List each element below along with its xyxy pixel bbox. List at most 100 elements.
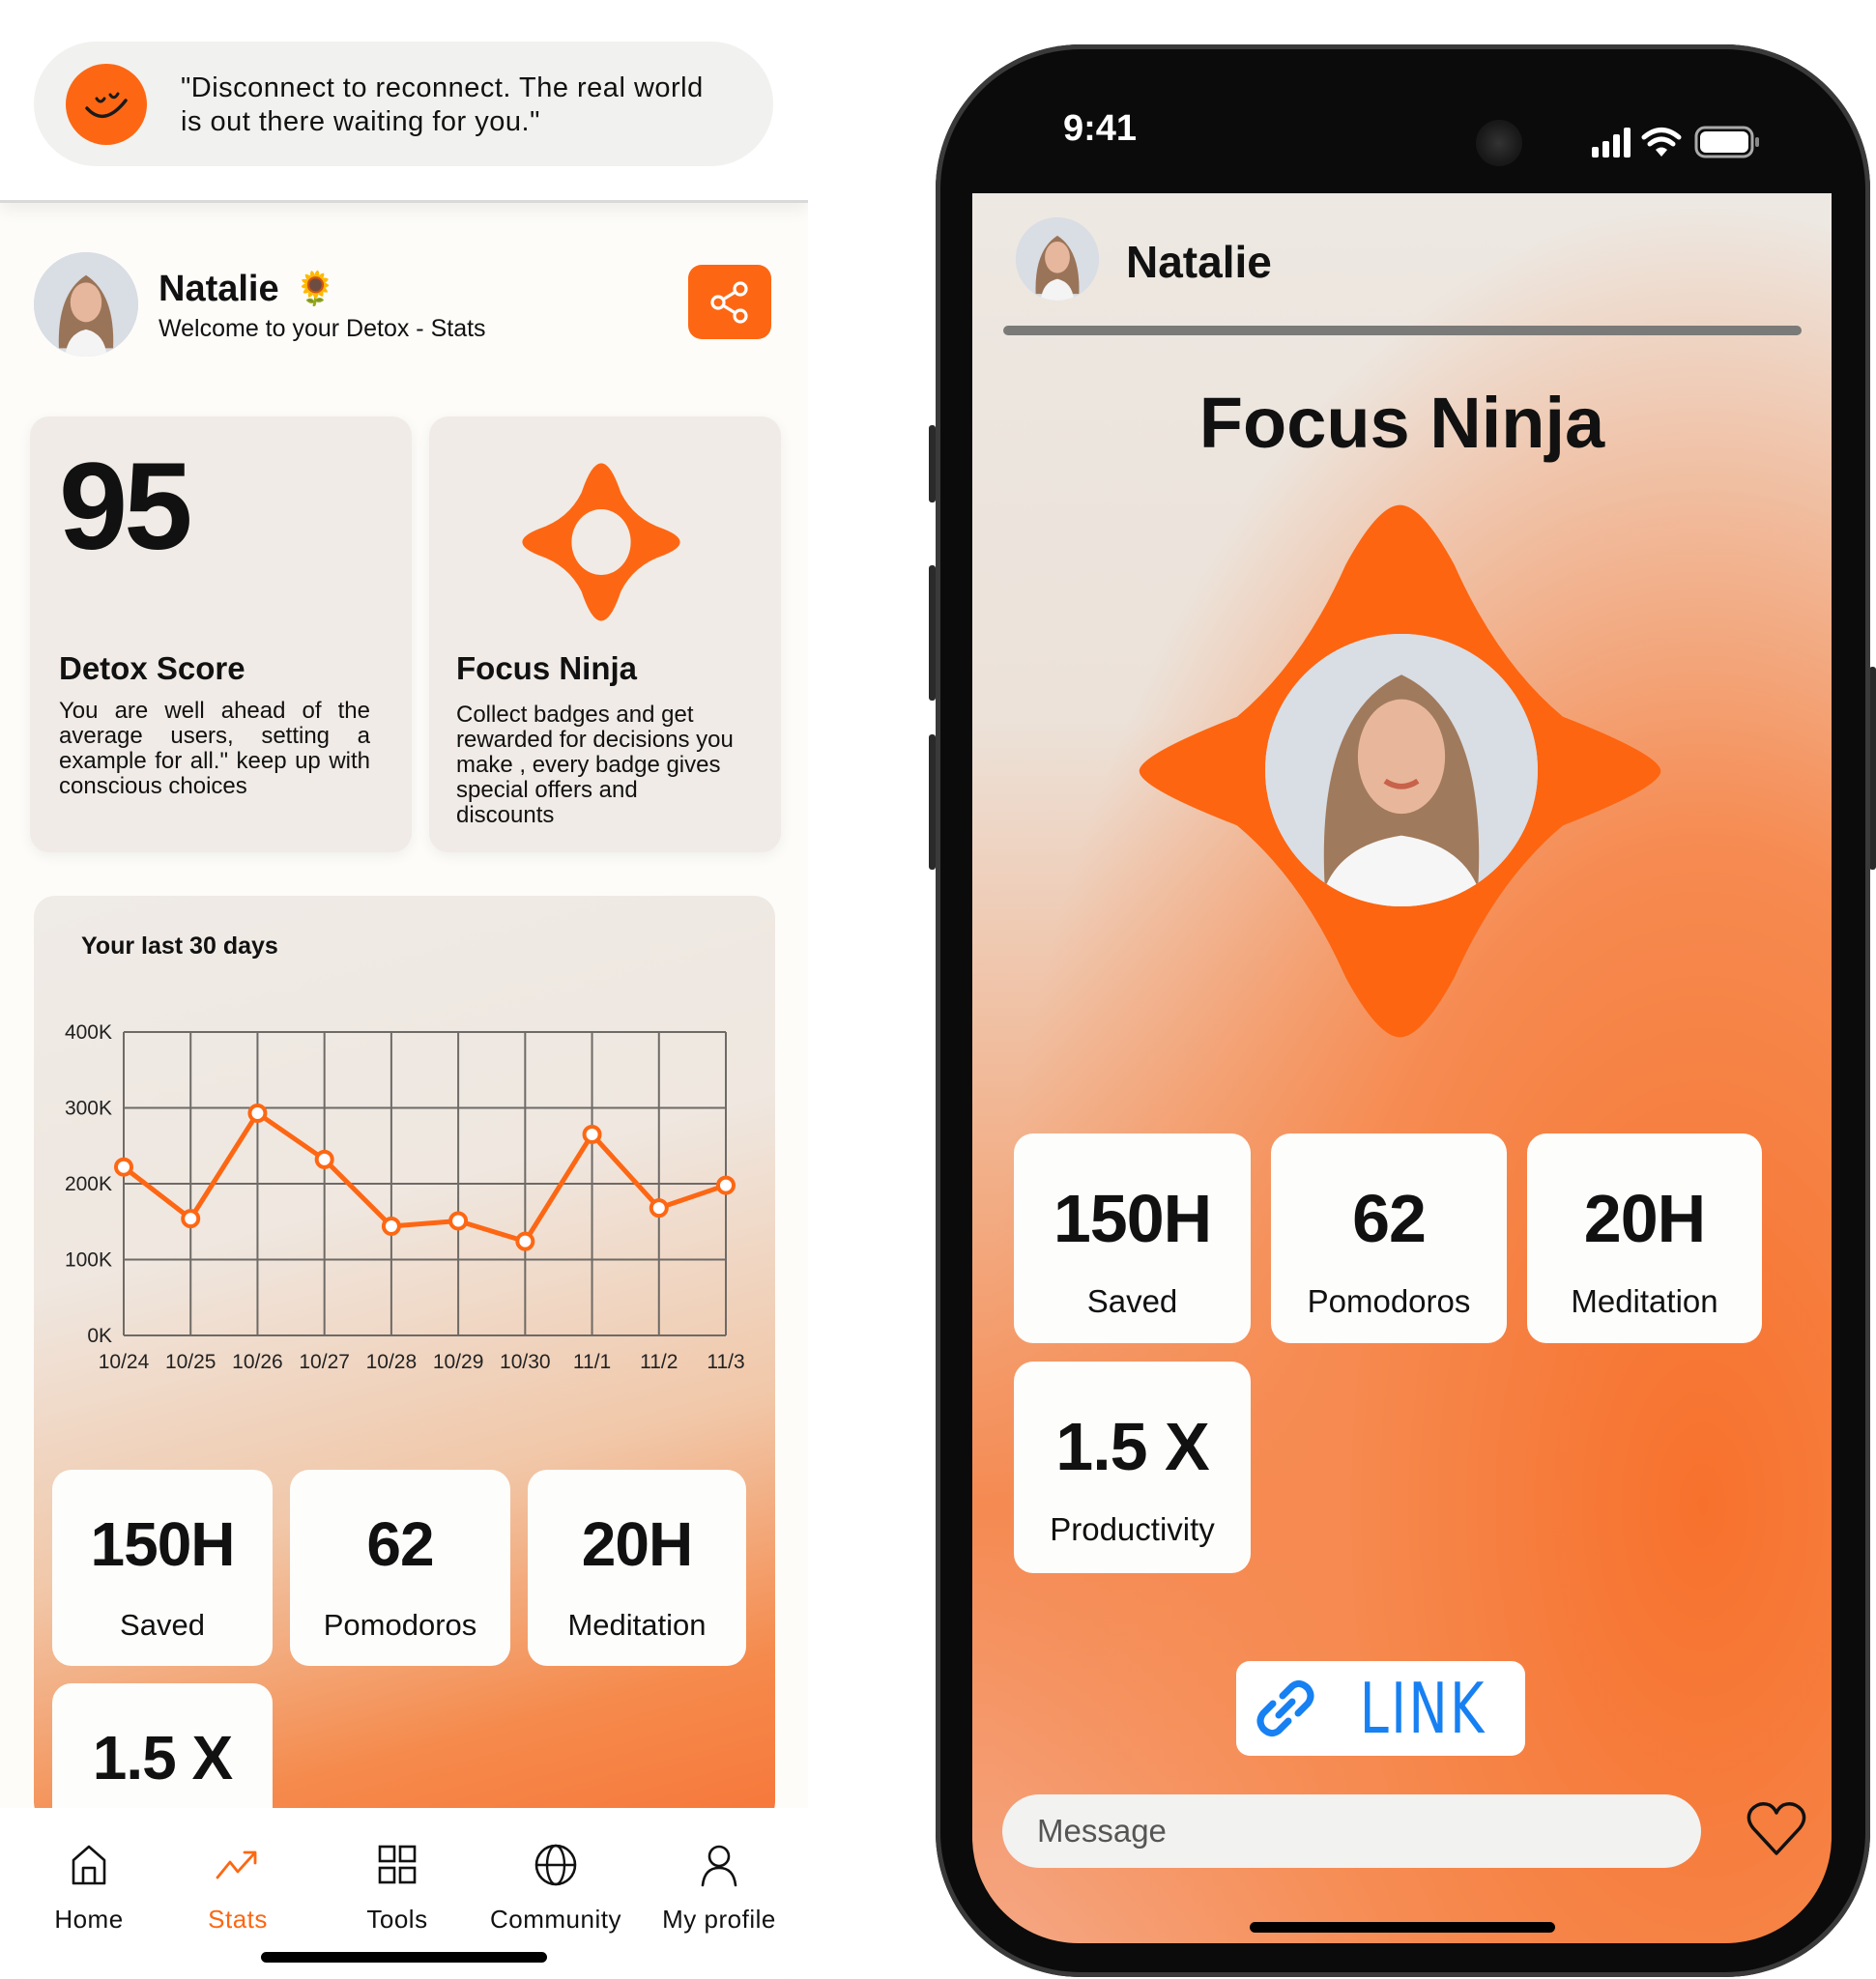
data-point (247, 1103, 268, 1123)
x-tick-label: 10/27 (299, 1351, 350, 1373)
stat-label: Meditation (567, 1608, 707, 1642)
stat-value: 1.5 X (1055, 1409, 1209, 1484)
stat-label: Meditation (1571, 1283, 1718, 1319)
detox-score-value: 95 (59, 438, 192, 576)
ninja-star-icon (522, 463, 680, 621)
nav-label: Home (54, 1905, 124, 1934)
stat-value: 150H (90, 1509, 236, 1579)
x-tick-label: 10/24 (99, 1351, 150, 1373)
stat-value: 150H (1053, 1181, 1212, 1256)
nav-label: My profile (662, 1905, 776, 1934)
avatar[interactable] (34, 252, 138, 357)
stat-tile-productivity[interactable]: 1.5 X Productivity (52, 1683, 273, 1823)
x-tick-label: 10/29 (433, 1351, 484, 1373)
nav-stats[interactable]: Stats (160, 1841, 315, 1935)
y-tick-label: 0K (87, 1325, 112, 1347)
profile-name: Natalie (159, 269, 279, 309)
stat-tile-saved[interactable]: 150H Saved (1014, 1133, 1251, 1343)
quote-header: "Disconnect to reconnect. The real world… (0, 0, 808, 203)
stat-value: 20H (1583, 1181, 1706, 1256)
nav-label: Community (490, 1905, 621, 1934)
nav-label: Tools (366, 1905, 428, 1934)
stat-value: 1.5 X (92, 1723, 233, 1793)
status-icons (1592, 126, 1759, 158)
link-icon (1256, 1679, 1314, 1737)
detox-score-title: Detox Score (59, 650, 245, 686)
nav-community[interactable]: Community (478, 1841, 633, 1935)
bottom-nav: Home Stats Tools Community My profile (0, 1808, 808, 1979)
nav-home[interactable]: Home (12, 1841, 166, 1935)
battery-icon (1694, 126, 1759, 158)
volume-down-button (929, 734, 936, 870)
series-line (122, 1110, 727, 1245)
stat-tile-pomodoros[interactable]: 62 Pomodoros (290, 1470, 510, 1666)
data-point (181, 1209, 201, 1229)
smiley-logo-icon (66, 64, 147, 145)
nav-tools[interactable]: Tools (320, 1841, 475, 1935)
stat-tile-meditation[interactable]: 20H Meditation (1527, 1133, 1762, 1343)
focus-ninja-card[interactable]: Focus Ninja Collect badges and get rewar… (429, 416, 781, 852)
last-30-days-chart: Your last 30 days 0K 100K 200K 300K 400K 10/2… (34, 896, 775, 1823)
status-time: 9:41 (1063, 108, 1138, 149)
x-tick-label: 10/28 (366, 1351, 418, 1373)
detox-score-description: You are well ahead of the average users,… (59, 698, 370, 799)
link-button[interactable]: LINK (1236, 1661, 1525, 1756)
focus-ninja-title: Focus Ninja (456, 650, 638, 686)
stat-label: Saved (1086, 1283, 1178, 1319)
line-chart: 0K 100K 200K 300K 400K 10/24 10/25 10/26 10/27 10… (65, 1021, 745, 1373)
share-icon (710, 280, 748, 324)
stat-tile-meditation[interactable]: 20H Meditation (528, 1470, 746, 1666)
badge-title: Focus Ninja (1198, 383, 1605, 463)
badge-profile-photo (1265, 634, 1538, 906)
data-point (515, 1231, 535, 1251)
y-tick-label: 100K (65, 1249, 112, 1272)
nav-my-profile[interactable]: My profile (642, 1841, 796, 1935)
user-icon (701, 1845, 737, 1887)
stat-value: 62 (1352, 1181, 1427, 1256)
stat-tile-productivity[interactable]: 1.5 X Productivity (1014, 1362, 1251, 1573)
volume-up-button (929, 565, 936, 701)
camera-icon (1476, 120, 1522, 166)
x-tick-label: 10/26 (232, 1351, 283, 1373)
message-input[interactable] (1002, 1794, 1701, 1868)
focus-ninja-description: Collect badges and get rewarded for deci… (456, 702, 734, 828)
profile-name: Natalie (1126, 237, 1272, 287)
divider (1003, 326, 1802, 335)
data-point (381, 1216, 401, 1236)
heart-icon[interactable] (1746, 1799, 1807, 1857)
y-tick-label: 200K (65, 1173, 112, 1195)
stats-screen: "Disconnect to reconnect. The real world… (0, 0, 808, 1979)
wifi-dot-icon (1656, 147, 1667, 157)
home-icon (72, 1845, 106, 1885)
x-tick-label: 11/2 (640, 1351, 678, 1373)
y-tick-label: 300K (65, 1098, 112, 1120)
data-point (716, 1175, 736, 1195)
signal-icon (1592, 128, 1631, 158)
stat-tile-saved[interactable]: 150H Saved (52, 1470, 273, 1666)
x-tick-label: 11/1 (573, 1351, 611, 1373)
share-button[interactable] (688, 265, 771, 339)
share-badge-screen: Natalie Focus Ninja 150H Saved 62 Pomodo… (972, 193, 1832, 1943)
quote-text: "Disconnect to reconnect. The real world… (181, 72, 704, 137)
x-tick-label: 11/3 (707, 1351, 744, 1373)
home-indicator (1250, 1922, 1555, 1933)
detox-score-card[interactable]: 95 Detox Score You are well ahead of the… (30, 416, 412, 852)
stat-label: Pomodoros (323, 1608, 477, 1642)
avatar[interactable] (1016, 217, 1099, 301)
x-tick-label: 10/25 (165, 1351, 216, 1373)
stat-label: Pomodoros (1307, 1283, 1471, 1319)
stat-label: Saved (120, 1608, 205, 1642)
stat-tile-pomodoros[interactable]: 62 Pomodoros (1271, 1133, 1507, 1343)
grid-icon (378, 1845, 417, 1884)
x-tick-label: 10/30 (500, 1351, 551, 1373)
y-tick-label: 400K (65, 1021, 112, 1044)
data-point (582, 1124, 602, 1144)
data-point (314, 1149, 334, 1169)
trending-up-icon (216, 1850, 257, 1879)
link-label: LINK (1360, 1668, 1486, 1749)
globe-icon (534, 1844, 577, 1886)
stat-value: 20H (581, 1509, 693, 1579)
profile-subtitle: Welcome to your Detox - Stats (159, 315, 486, 342)
sunflower-icon: 🌻 (295, 271, 336, 307)
action-button (929, 425, 936, 502)
